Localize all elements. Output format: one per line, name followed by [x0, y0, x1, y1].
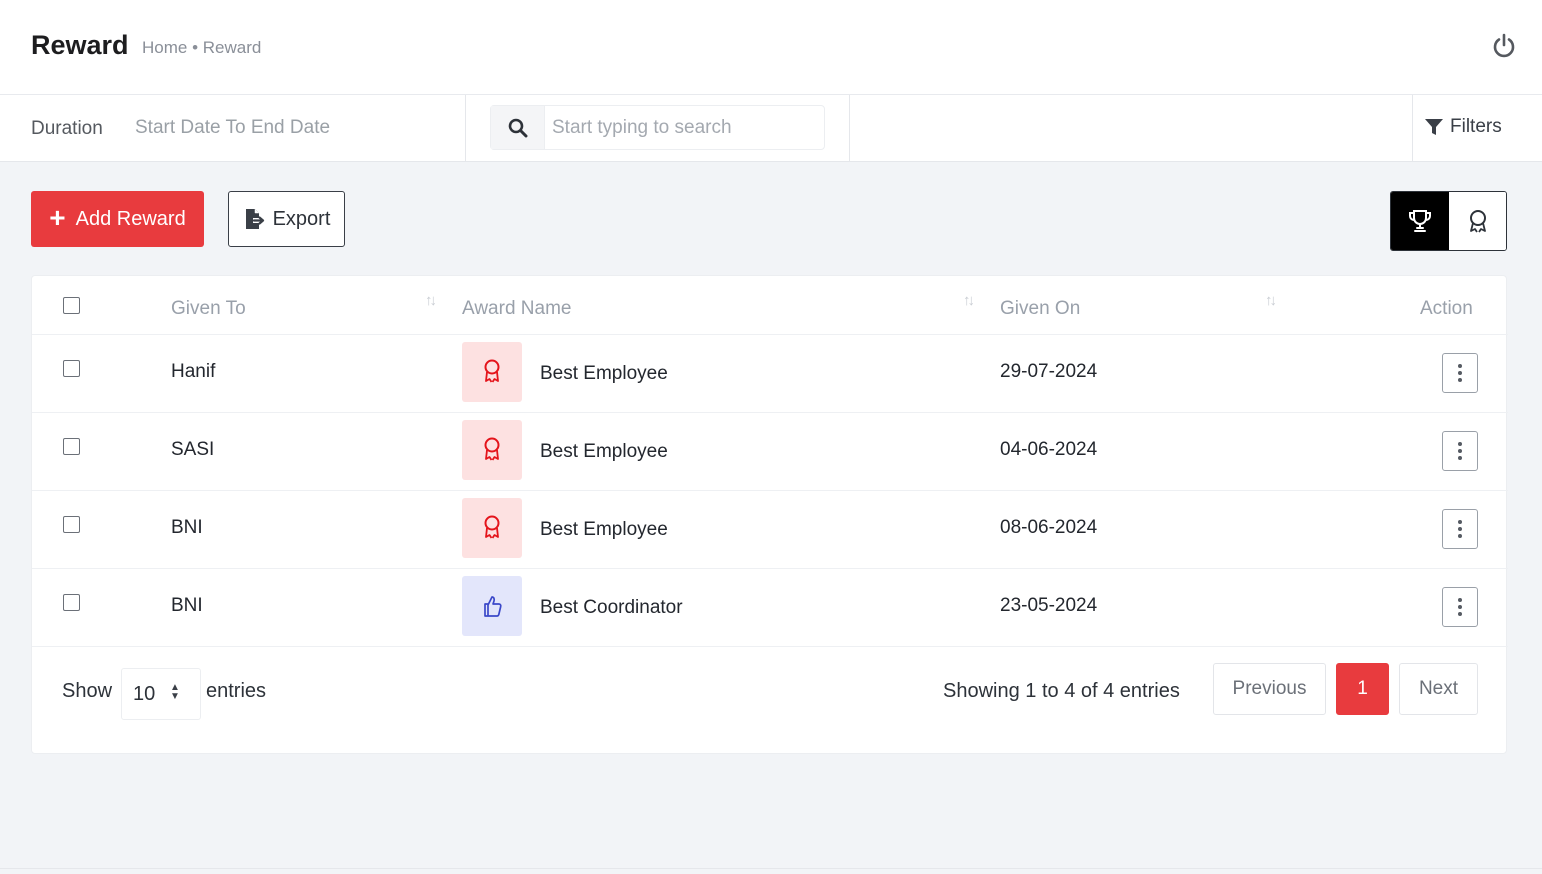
column-header-given-on[interactable]: Given On: [1000, 298, 1080, 320]
award-name-cell: Best Employee: [540, 441, 668, 462]
entries-label: entries: [206, 680, 267, 702]
award-icon: [1470, 210, 1486, 233]
search-icon: [491, 106, 545, 149]
row-actions-button[interactable]: [1442, 509, 1478, 549]
award-name-cell: Best Coordinator: [540, 597, 683, 618]
breadcrumb[interactable]: Home • Reward: [142, 38, 261, 58]
row-divider: [32, 646, 1508, 647]
row-divider: [32, 412, 1508, 413]
page-size-select[interactable]: 10 ▲ ▼: [121, 668, 201, 720]
row-divider: [32, 490, 1508, 491]
divider: [465, 95, 466, 162]
duration-label: Duration: [31, 118, 103, 139]
sort-icon[interactable]: ↑↓: [425, 292, 437, 309]
row-checkbox[interactable]: [63, 438, 80, 455]
sort-icon[interactable]: ↑↓: [1265, 292, 1277, 309]
given-on-cell: 04-06-2024: [1000, 439, 1098, 460]
given-to-cell: BNI: [171, 517, 203, 538]
column-header-action: Action: [1420, 298, 1473, 319]
previous-page-button[interactable]: Previous: [1213, 663, 1326, 715]
thumbs-up-icon: [462, 576, 522, 636]
top-bar: Reward Home • Reward: [0, 0, 1542, 95]
given-on-cell: 23-05-2024: [1000, 595, 1098, 616]
page-title: Reward: [31, 30, 129, 60]
rewards-table-card: Given To ↑↓ Award Name ↑↓ Given On ↑↓ Ac…: [31, 275, 1508, 754]
search-box: [490, 105, 825, 150]
power-icon[interactable]: [1490, 32, 1518, 60]
pagination-info: Showing 1 to 4 of 4 entries: [943, 680, 1180, 702]
export-button[interactable]: Export: [228, 191, 345, 247]
filters-button[interactable]: Filters: [1424, 116, 1502, 138]
given-to-cell: BNI: [171, 595, 203, 616]
column-header-given-to[interactable]: Given To: [171, 298, 246, 320]
show-label: Show: [62, 680, 113, 702]
bottom-edge: [0, 868, 1542, 874]
export-label: Export: [272, 207, 331, 230]
trophy-view-button[interactable]: [1391, 192, 1449, 250]
plus-icon: +: [49, 201, 66, 233]
given-to-cell: SASI: [171, 439, 215, 460]
row-divider: [32, 334, 1508, 335]
given-on-cell: 08-06-2024: [1000, 517, 1098, 538]
filter-bar: Duration Start Date To End Date Filters: [0, 95, 1542, 162]
badge-view-button[interactable]: [1449, 192, 1506, 250]
add-reward-button[interactable]: + Add Reward: [31, 191, 204, 247]
page-size-value: 10: [133, 683, 156, 705]
trophy-icon: [1409, 210, 1431, 232]
award-ribbon-icon: [462, 420, 522, 480]
given-on-cell: 29-07-2024: [1000, 361, 1098, 382]
row-actions-button[interactable]: [1442, 587, 1478, 627]
page-1-button[interactable]: 1: [1336, 663, 1389, 715]
given-to-cell: Hanif: [171, 361, 216, 382]
award-name-cell: Best Employee: [540, 363, 668, 384]
row-checkbox[interactable]: [63, 516, 80, 533]
row-actions-button[interactable]: [1442, 353, 1478, 393]
filter-icon: [1425, 119, 1443, 135]
row-divider: [32, 568, 1508, 569]
row-checkbox[interactable]: [63, 594, 80, 611]
next-page-button[interactable]: Next: [1399, 663, 1478, 715]
column-header-award-name[interactable]: Award Name: [462, 298, 571, 320]
row-actions-button[interactable]: [1442, 431, 1478, 471]
row-checkbox[interactable]: [63, 360, 80, 377]
select-all-checkbox[interactable]: [63, 297, 80, 314]
divider: [849, 95, 850, 162]
select-arrows-icon: ▲ ▼: [170, 682, 180, 702]
date-range-picker[interactable]: Start Date To End Date: [135, 117, 330, 139]
search-input[interactable]: [546, 106, 824, 149]
filters-label: Filters: [1450, 116, 1502, 137]
award-ribbon-icon: [462, 342, 522, 402]
add-reward-label: Add Reward: [75, 207, 186, 230]
view-toggle: [1390, 191, 1507, 251]
award-ribbon-icon: [462, 498, 522, 558]
award-name-cell: Best Employee: [540, 519, 668, 540]
file-export-icon: [245, 209, 264, 229]
sort-icon[interactable]: ↑↓: [963, 292, 975, 309]
divider: [1412, 95, 1413, 162]
